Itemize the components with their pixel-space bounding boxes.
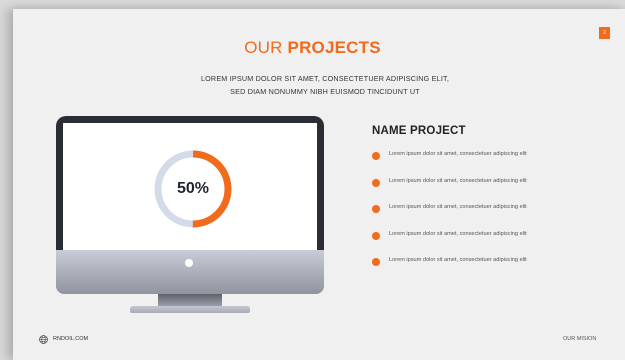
list-item-text: Lorem ipsum dolor sit amet, consectetuer… <box>389 177 527 184</box>
bullet-dot-icon <box>372 152 380 160</box>
list-item-text: Lorem ipsum dolor sit amet, consectetuer… <box>389 204 527 210</box>
list-item: Lorem ipsum dolor sit amet, consectetuer… <box>372 203 612 230</box>
bullet-dot-icon <box>372 205 380 213</box>
list-item: Lorem ipsum dolor sit amet, consectetuer… <box>372 177 612 204</box>
globe-icon <box>39 335 48 344</box>
subtitle-line-2: SED DIAM NONUMMY NIBH EUISMOD TINCIDUNT … <box>230 86 420 96</box>
slide-title: OUR PROJECTS <box>0 38 625 58</box>
list-item-text: Lorem ipsum dolor sit amet, consectetuer… <box>389 257 527 263</box>
monitor-chin <box>56 250 324 294</box>
bullet-dot-icon <box>372 258 380 266</box>
progress-label: 50% <box>176 180 210 197</box>
slide-subtitle: LOREM IPSUM DOLOR SIT AMET, CONSECTETUER… <box>0 73 625 98</box>
list-item: Lorem ipsum dolor sit amet, consectetuer… <box>372 150 612 177</box>
bullet-dot-icon <box>372 178 380 187</box>
list-item-text: Lorem ipsum dolor sit amet, consectetuer… <box>389 151 527 157</box>
list-item-text: Lorem ipsum dolor sit amet, consectetuer… <box>389 230 527 237</box>
list-item: Lorem ipsum dolor sit amet, consectetuer… <box>372 256 612 283</box>
subtitle-line-1: LOREM IPSUM DOLOR SIT AMET, CONSECTETUER… <box>200 74 450 83</box>
monitor-stand-base <box>130 306 250 313</box>
project-list: Lorem ipsum dolor sit amet, consectetuer… <box>372 150 612 283</box>
title-bold: PROJECTS <box>287 38 381 57</box>
bullet-dot-icon <box>372 231 380 240</box>
project-heading: NAME PROJECT <box>372 125 466 137</box>
monitor-illustration: 50% <box>56 116 324 313</box>
monitor-neck <box>158 294 222 306</box>
footer-section-label: OUR MISION <box>563 336 597 342</box>
list-item: Lorem ipsum dolor sit amet, consectetuer… <box>372 230 612 257</box>
monitor-bezel: 50% <box>56 116 324 250</box>
monitor-screen: 50% <box>63 123 317 250</box>
title-light: OUR <box>244 38 288 57</box>
footer-website-text: RNDOIL.COM <box>53 336 89 342</box>
power-button-icon <box>185 259 193 267</box>
